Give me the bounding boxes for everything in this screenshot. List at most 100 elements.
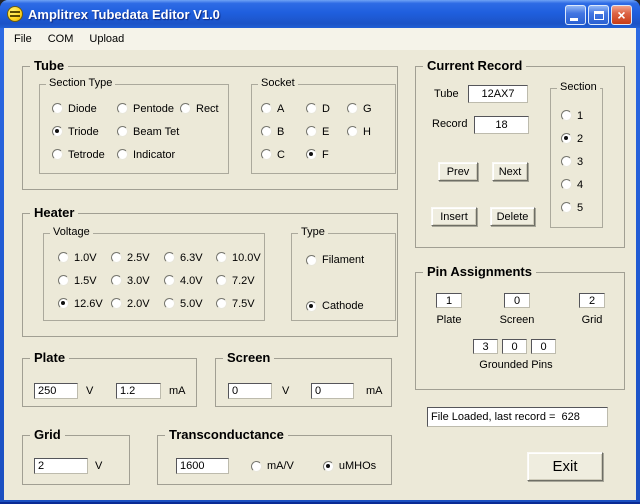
radio-1-0v[interactable]: 1.0V (58, 252, 111, 264)
insert-button[interactable]: Insert (431, 207, 477, 226)
plate-current-field[interactable]: 1.2 (116, 383, 161, 399)
radio-d[interactable]: D (306, 103, 347, 115)
radio-1[interactable]: 1 (561, 110, 583, 122)
radio-row: 12.6V 2.0V 5.0V 7.5V (58, 292, 264, 315)
screen-pin-label: Screen (499, 314, 535, 326)
radio-indicator[interactable]: Indicator (117, 149, 180, 161)
radio-label: D (322, 102, 330, 115)
menu-com[interactable]: COM (40, 30, 82, 48)
screen-caption: Screen (223, 350, 275, 365)
radio-label: 3 (577, 155, 584, 168)
pin-assignments-caption: Pin Assignments (423, 264, 536, 279)
record-number-field[interactable]: 18 (474, 116, 529, 134)
radio-1-5v[interactable]: 1.5V (58, 275, 111, 287)
radio-label: 5 (577, 201, 584, 214)
maximize-button[interactable] (588, 5, 609, 25)
radio-12-6v[interactable]: 12.6V (58, 298, 111, 310)
radio-10-0v[interactable]: 10.0V (216, 252, 264, 264)
window-title: Amplitrex Tubedata Editor V1.0 (28, 6, 220, 22)
radio-2-5v[interactable]: 2.5V (111, 252, 164, 264)
exit-button[interactable]: Exit (527, 452, 603, 481)
heater-group-caption: Heater (30, 205, 79, 220)
radio-4[interactable]: 4 (561, 179, 583, 191)
radio-2[interactable]: 2 (561, 133, 583, 145)
radio-circle-icon (261, 149, 272, 160)
screen-group: Screen 0 V 0 mA (215, 350, 392, 407)
menu-upload[interactable]: Upload (81, 30, 132, 48)
radio-7-5v[interactable]: 7.5V (216, 298, 264, 310)
grounded-pin-field-2[interactable]: 0 (502, 339, 527, 354)
delete-button[interactable]: Delete (490, 207, 535, 226)
radio-circle-icon (261, 103, 272, 114)
radio-circle-icon (261, 126, 272, 137)
radio-label: 1.5V (74, 274, 97, 287)
radio-2-0v[interactable]: 2.0V (111, 298, 164, 310)
radio-label: 5.0V (180, 297, 203, 310)
grounded-pin-field-1[interactable]: 3 (473, 339, 498, 354)
radio-circle-icon (117, 126, 128, 137)
radio-e[interactable]: E (306, 126, 347, 138)
radio-circle-icon (52, 149, 63, 160)
tube-name-field[interactable]: 12AX7 (468, 85, 528, 103)
status-field[interactable]: File Loaded, last record = 628 (427, 407, 608, 427)
radio-pentode[interactable]: Pentode (117, 103, 180, 115)
radio-4-0v[interactable]: 4.0V (164, 275, 216, 287)
radio-row: Cathode (306, 294, 395, 318)
radio-c[interactable]: C (261, 149, 306, 161)
radio-filament[interactable]: Filament (306, 254, 364, 266)
radio-3[interactable]: 3 (561, 156, 583, 168)
radio-5-0v[interactable]: 5.0V (164, 298, 216, 310)
radio-circle-icon (322, 460, 334, 472)
radio-b[interactable]: B (261, 126, 306, 138)
next-button[interactable]: Next (492, 162, 528, 181)
grounded-pin-field-3[interactable]: 0 (531, 339, 556, 354)
plate-pin-field[interactable]: 1 (436, 293, 462, 308)
prev-button[interactable]: Prev (438, 162, 478, 181)
radio-a[interactable]: A (261, 103, 306, 115)
screen-voltage-field[interactable]: 0 (228, 383, 272, 399)
close-button[interactable]: × (611, 5, 632, 25)
radio-row: 5 (561, 196, 602, 219)
grid-voltage-field[interactable]: 2 (34, 458, 88, 474)
radio-circle-icon (164, 298, 175, 309)
screen-pin-field[interactable]: 0 (504, 293, 530, 308)
radio-circle-icon (164, 252, 175, 263)
radio-ma-v[interactable]: mA/V (251, 460, 294, 472)
maximize-icon (593, 10, 604, 20)
menu-file[interactable]: File (6, 30, 40, 48)
radio-triode[interactable]: Triode (52, 126, 117, 138)
transconductance-unit-radios: mA/V uMHOs (251, 457, 376, 475)
radio-row: 1.5V 3.0V 4.0V 7.2V (58, 269, 264, 292)
radio-circle-icon (251, 460, 262, 472)
radio-g[interactable]: G (347, 103, 395, 115)
plate-voltage-field[interactable]: 250 (34, 383, 78, 399)
radio-beam-tet[interactable]: Beam Tet (117, 126, 180, 138)
radio-circle-icon (561, 202, 572, 213)
radio-row: BEH (261, 120, 395, 143)
plate-current-unit: mA (169, 385, 186, 397)
radio-circle-icon (216, 275, 227, 286)
section-radios: 1 2 3 4 5 (551, 89, 602, 219)
radio-7-2v[interactable]: 7.2V (216, 275, 264, 287)
radio-rect[interactable]: Rect (180, 103, 228, 115)
transconductance-field[interactable]: 1600 (176, 458, 229, 474)
radio-h[interactable]: H (347, 126, 395, 138)
radio-cathode[interactable]: Cathode (306, 300, 364, 312)
minimize-button[interactable] (565, 5, 586, 25)
radio-diode[interactable]: Diode (52, 103, 117, 115)
radio-circle-icon (347, 126, 358, 137)
radio-f[interactable]: F (306, 149, 347, 161)
radio-3-0v[interactable]: 3.0V (111, 275, 164, 287)
radio-6-3v[interactable]: 6.3V (164, 252, 216, 264)
grid-pin-column: 2 Grid (567, 293, 617, 326)
title-bar[interactable]: Amplitrex Tubedata Editor V1.0 × (0, 0, 640, 28)
socket-frame: Socket ADGBEHCF (251, 77, 396, 174)
screen-current-field[interactable]: 0 (311, 383, 354, 399)
radio-tetrode[interactable]: Tetrode (52, 149, 117, 161)
radio-circle-icon (58, 298, 69, 309)
grid-pin-field[interactable]: 2 (579, 293, 605, 308)
radio-circle-icon (164, 275, 175, 286)
radio-umhos[interactable]: uMHOs (322, 460, 376, 472)
grid-caption: Grid (30, 427, 65, 442)
radio-5[interactable]: 5 (561, 202, 583, 214)
